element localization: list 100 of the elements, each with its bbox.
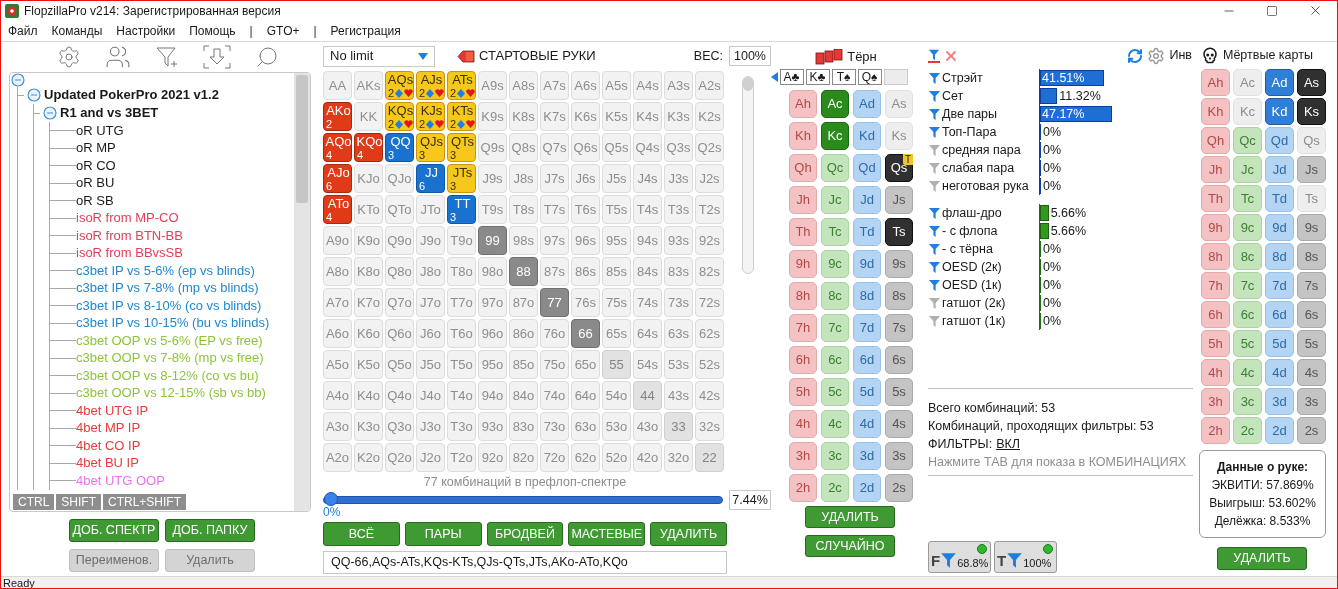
card-tile[interactable]: Qc — [821, 154, 849, 182]
hand-cell[interactable]: 32o — [664, 443, 693, 472]
card-tile[interactable]: 9d — [853, 250, 881, 278]
range-button[interactable]: МАСТЕВЫЕ — [568, 522, 646, 546]
board-card[interactable]: T♠ — [831, 69, 856, 85]
hand-cell[interactable]: QQ 3 — [385, 133, 414, 162]
hand-cell[interactable]: AKo 2 — [323, 102, 352, 131]
hand-cell[interactable]: T3o — [447, 412, 476, 441]
card-tile[interactable]: 2h — [1201, 417, 1230, 444]
range-item[interactable]: 4bet CO IP — [76, 436, 141, 455]
hand-cell[interactable]: 84o — [509, 381, 538, 410]
hand-cell[interactable]: J2o — [416, 443, 445, 472]
card-tile[interactable]: Tc — [1233, 185, 1262, 212]
hand-cell[interactable]: 54s — [633, 350, 662, 379]
hand-cell[interactable]: 77 — [540, 288, 569, 317]
card-tile[interactable]: 6c — [1233, 301, 1262, 328]
card-tile[interactable]: Jd — [853, 186, 881, 214]
scrollbar[interactable] — [294, 73, 310, 511]
board-card[interactable]: Q♠ — [857, 69, 882, 85]
hand-cell[interactable]: T2o — [447, 443, 476, 472]
card-tile[interactable]: 7d — [853, 314, 881, 342]
hand-cell[interactable]: Q7o — [385, 288, 414, 317]
hand-cell[interactable]: 84s — [633, 257, 662, 286]
card-tile[interactable]: 8s — [885, 282, 913, 310]
hand-cell[interactable]: A5s — [602, 71, 631, 100]
card-tile[interactable]: Jd — [1265, 156, 1294, 183]
settings-icon[interactable] — [1147, 46, 1166, 65]
filter-icon[interactable] — [928, 161, 941, 175]
hand-cell[interactable]: 73s — [664, 288, 693, 317]
card-tile[interactable]: 4h — [1201, 359, 1230, 386]
card-tile[interactable]: 8h — [1201, 243, 1230, 270]
modifier-tab[interactable]: CTRL — [13, 494, 55, 510]
hand-cell[interactable]: 22 — [695, 443, 724, 472]
card-tile[interactable]: 7s — [1297, 272, 1326, 299]
filter-toggle-button[interactable]: F 68.8% — [928, 541, 991, 573]
card-tile[interactable]: Ad — [1265, 69, 1294, 96]
hand-cell[interactable]: T6o — [447, 319, 476, 348]
hand-cell[interactable]: J8s — [509, 164, 538, 193]
folder-label[interactable]: Updated PokerPro 2021 v1.2 — [44, 85, 219, 105]
range-item[interactable]: c3bet IP vs 8-10% (co vs blinds) — [76, 296, 262, 315]
hand-cell[interactable]: K6s — [571, 102, 600, 131]
weight-field[interactable]: 100% — [729, 46, 771, 66]
card-tile[interactable]: 6d — [853, 346, 881, 374]
hand-cell[interactable]: KQo 4 — [354, 133, 383, 162]
hand-cell[interactable]: 97o — [478, 288, 507, 317]
hand-cell[interactable]: K2s — [695, 102, 724, 131]
range-item[interactable]: 4bet UTG IP — [76, 401, 149, 420]
hand-cell[interactable]: 93o — [478, 412, 507, 441]
menu-item[interactable]: GTO+ — [266, 21, 300, 40]
card-tile[interactable]: Js — [1297, 156, 1326, 183]
hand-cell[interactable]: 75s — [602, 288, 631, 317]
hand-cell[interactable]: 75o — [540, 350, 569, 379]
card-tile[interactable]: 8c — [1233, 243, 1262, 270]
hand-cell[interactable]: 52s — [695, 350, 724, 379]
hand-cell[interactable]: J4s — [633, 164, 662, 193]
hand-cell[interactable]: J7o — [416, 288, 445, 317]
hand-cell[interactable]: A6s — [571, 71, 600, 100]
card-tile[interactable]: 6s — [1297, 301, 1326, 328]
hand-cell[interactable]: K8o — [354, 257, 383, 286]
delete-button[interactable]: УДАЛИТЬ — [1217, 546, 1307, 570]
hand-cell[interactable]: K2o — [354, 443, 383, 472]
hand-cell[interactable]: 98o — [478, 257, 507, 286]
hand-cell[interactable]: JTs 3 — [447, 164, 476, 193]
hand-cell[interactable]: T8o — [447, 257, 476, 286]
card-tile[interactable]: Js — [885, 186, 913, 214]
hand-cell[interactable]: T9o — [447, 226, 476, 255]
card-tile[interactable]: Th — [1201, 185, 1230, 212]
hand-cell[interactable]: 88 — [509, 257, 538, 286]
card-tile[interactable]: Ts — [1297, 185, 1326, 212]
range-item[interactable]: c3bet IP vs 10-15% (bu vs blinds) — [76, 314, 270, 333]
hand-cell[interactable]: 83s — [664, 257, 693, 286]
hand-cell[interactable]: Q5s — [602, 133, 631, 162]
hand-cell[interactable]: JTo — [416, 195, 445, 224]
hand-cell[interactable]: J5s — [602, 164, 631, 193]
card-tile[interactable]: 3s — [1297, 388, 1326, 415]
range-item[interactable]: 4bet UTG OOP — [76, 471, 165, 490]
hand-cell[interactable]: K5s — [602, 102, 631, 131]
card-tile[interactable]: Th — [789, 218, 817, 246]
card-tile[interactable]: 5s — [1297, 330, 1326, 357]
filter-icon[interactable] — [928, 242, 941, 256]
hand-cell[interactable]: 86s — [571, 257, 600, 286]
card-tile[interactable]: Qc — [1233, 127, 1262, 154]
range-item[interactable]: c3bet OOP vs 7-8% (mp vs free) — [76, 349, 264, 368]
card-tile[interactable]: 4s — [885, 410, 913, 438]
hand-cell[interactable]: T7s — [540, 195, 569, 224]
hand-cell[interactable]: 95o — [478, 350, 507, 379]
board-card[interactable]: K♣ — [805, 69, 830, 85]
hand-cell[interactable]: 83o — [509, 412, 538, 441]
menu-item[interactable]: Регистрация — [330, 21, 401, 40]
hand-cell[interactable]: T5s — [602, 195, 631, 224]
card-tile[interactable]: 8s — [1297, 243, 1326, 270]
hand-cell[interactable]: 43o — [633, 412, 662, 441]
hand-cell[interactable]: KTo — [354, 195, 383, 224]
card-tile[interactable]: 6d — [1265, 301, 1294, 328]
card-tile[interactable]: Kd — [853, 122, 881, 150]
hand-cell[interactable]: A4o — [323, 381, 352, 410]
hand-cell[interactable]: 62s — [695, 319, 724, 348]
game-select[interactable]: No limit — [323, 45, 435, 67]
card-tile[interactable]: Ts — [885, 218, 913, 246]
card-tile[interactable]: 8c — [821, 282, 849, 310]
